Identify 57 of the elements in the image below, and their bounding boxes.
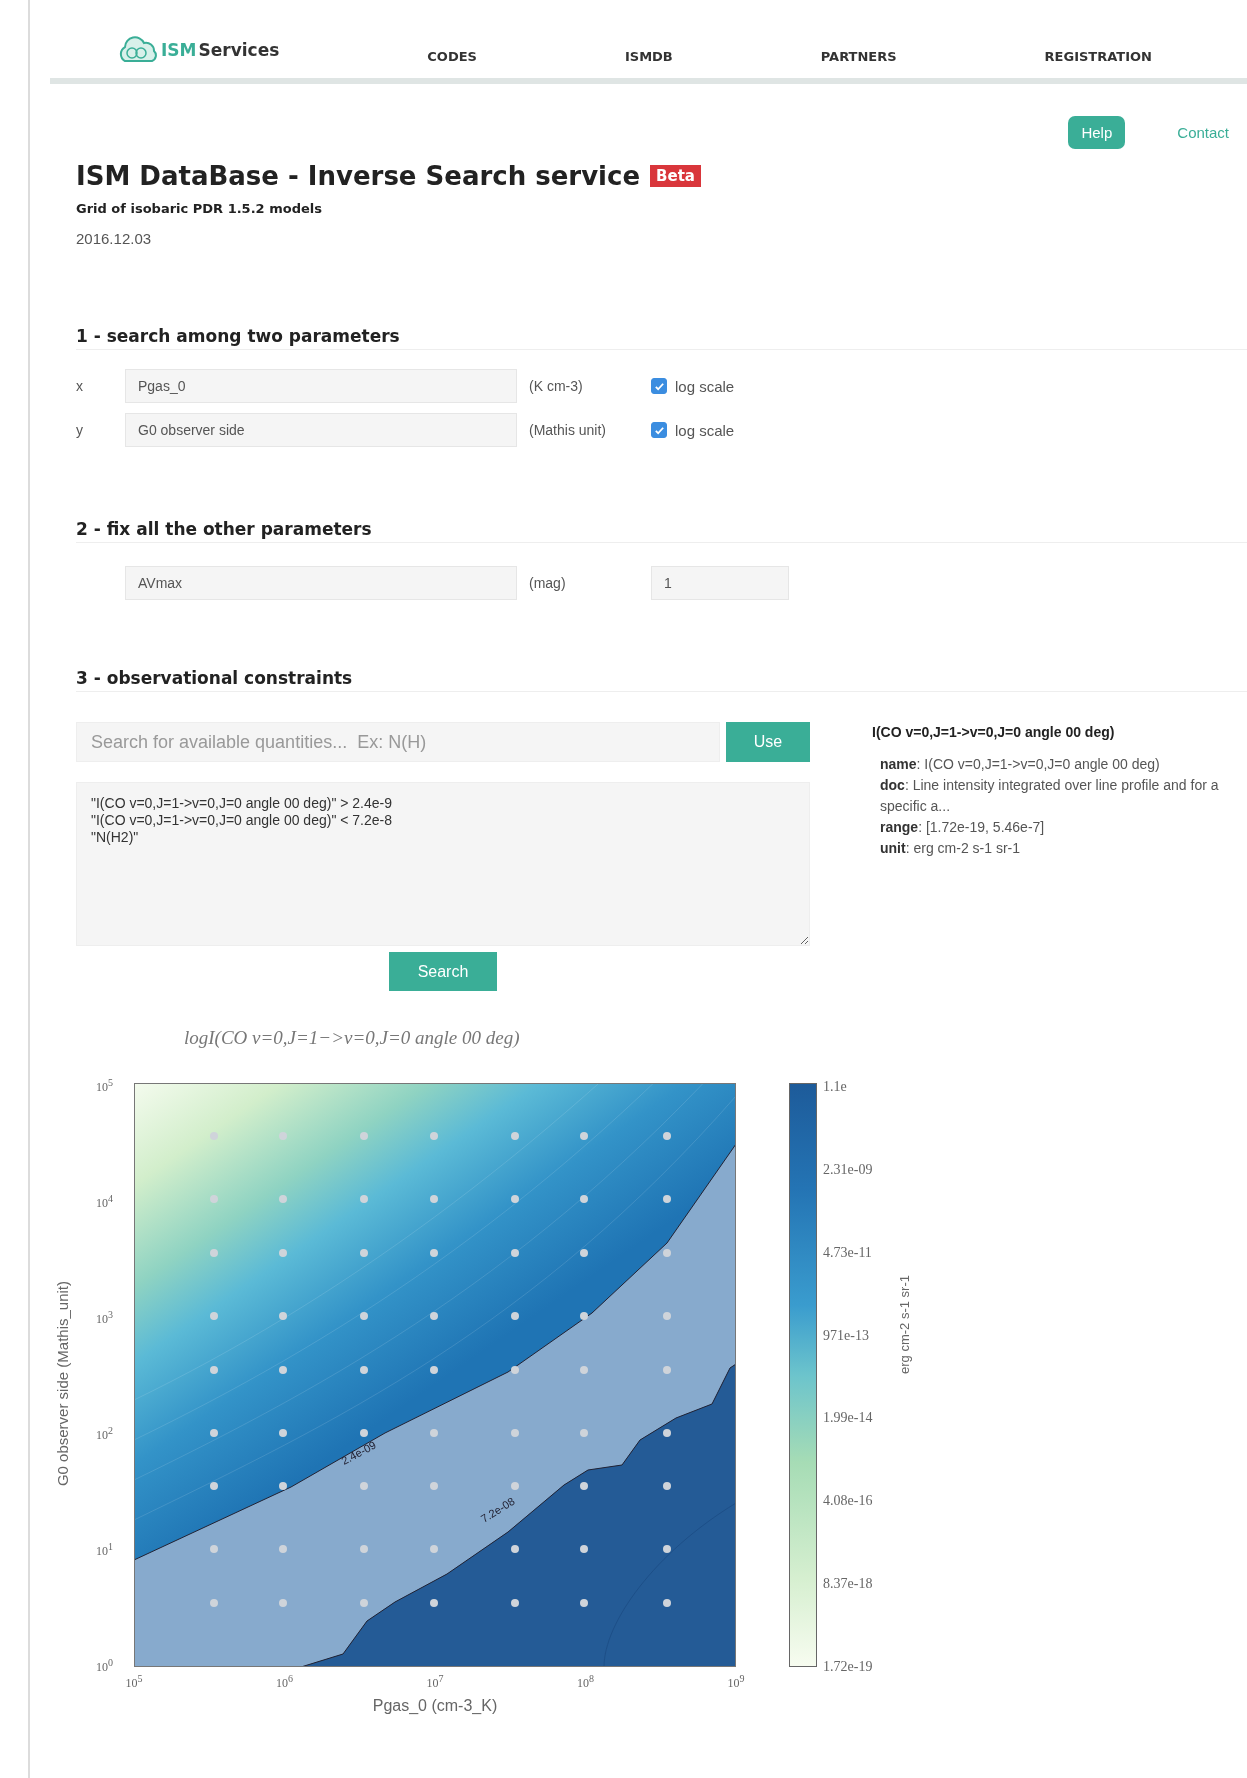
nav-link[interactable]: ISMDB — [624, 49, 673, 64]
date: 2016.12.03 — [76, 230, 153, 247]
section-heading: 1 - search among two parameters — [76, 326, 1247, 350]
parameter-field[interactable]: G0 observer side — [125, 413, 517, 447]
quantity-detail: name: I(CO v=0,J=1->v=0,J=0 angle 00 deg) — [879, 755, 1161, 774]
axis-label: x — [76, 378, 84, 394]
colorbar-tick-label: 1.72e-19 — [823, 1658, 873, 1675]
parameter-field[interactable]: Pgas_0 — [125, 369, 517, 403]
quantity-detail: range: [1.72e-19, 5.46e-7] — [879, 818, 1046, 837]
colorbar-tick-label: 2.31e-09 — [823, 1161, 873, 1178]
x-tick-label: 10$^{9}$ — [726, 1673, 746, 1691]
y-tick-label: 10$^{4}$ — [96, 1192, 113, 1210]
section-heading: 2 - fix all the other parameters — [76, 519, 1247, 543]
unit-label: (mag) — [528, 575, 567, 591]
colorbar-tick-label: 8.37e-18 — [823, 1576, 873, 1593]
page-title: ISM DataBase - Inverse Search service — [76, 161, 641, 191]
x-tick-label: 10$^{7}$ — [425, 1673, 445, 1691]
nav-link[interactable]: PARTNERS — [820, 49, 897, 64]
checkbox[interactable] — [651, 422, 667, 438]
x-tick-label: 10$^{8}$ — [576, 1673, 595, 1691]
chart-title: logI(CO v=0,J=1−>v=0,J=0 angle 00 deg) — [184, 1027, 521, 1049]
value-field[interactable]: 1 — [651, 566, 789, 600]
y-axis-label: G0 observer side (Mathis_unit) — [54, 1281, 71, 1487]
colorbar-tick-label: 4.08e-16 — [823, 1493, 873, 1510]
log-scale-label: log scale — [675, 421, 735, 439]
unit-label: (Mathis unit) — [528, 422, 608, 438]
colorbar-label: erg cm-2 s-1 sr-1 — [897, 1274, 912, 1374]
parameter-field[interactable]: AVmax — [125, 566, 517, 600]
colorbar-tick-label: 1.99e-14 — [823, 1410, 873, 1427]
checkbox[interactable] — [651, 378, 667, 394]
unit-label: (K cm-3) — [528, 378, 584, 394]
x-tick-label: 10$^{6}$ — [275, 1673, 294, 1691]
quantity-title: I(CO v=0,J=1->v=0,J=0 angle 00 deg) — [872, 724, 1116, 740]
y-tick-label: 10$^{3}$ — [96, 1308, 113, 1326]
constraints-field[interactable]: "I(CO v=0,J=1->v=0,J=0 angle 00 deg)" > 2.4e-9 "I(CO v=0,J=1->v=0,J=0 angle 00 deg)" < 7.2e-8 "N(H2)" — [76, 782, 810, 946]
beta-badge: Beta — [650, 165, 701, 187]
y-tick-label: 10$^{2}$ — [96, 1424, 113, 1442]
quantity-detail: doc: Line intensity integrated over line profile and for a specific a... — [879, 776, 1220, 816]
y-tick-label: 10$^{0}$ — [96, 1656, 113, 1674]
subtitle: Grid of isobaric PDR 1.5.2 models — [76, 201, 323, 216]
quantity-detail: unit: erg cm-2 s-1 sr-1 — [879, 839, 1021, 858]
x-axis-label: Pgas_0 (cm-3_K) — [372, 1697, 498, 1715]
y-tick-label: 10$^{1}$ — [96, 1540, 113, 1558]
check-icon — [653, 424, 665, 436]
nav-link[interactable]: REGISTRATION — [1044, 49, 1152, 64]
colorbar-tick-label: 4.73e-11 — [823, 1244, 872, 1261]
check-icon — [653, 380, 665, 392]
nav-link[interactable]: CODES — [427, 49, 477, 64]
section-heading: 3 - observational constraints — [76, 668, 1247, 692]
log-scale-label: log scale — [675, 377, 735, 395]
colorbar-tick-label: 971e-13 — [823, 1327, 869, 1344]
axis-label: y — [76, 422, 84, 438]
search-field[interactable]: Search for available quantities... Ex: N(H) — [76, 722, 720, 762]
logo-link[interactable]: ISM Services — [115, 36, 280, 64]
y-tick-label: 10$^{5}$ — [96, 1076, 113, 1094]
x-tick-label: 10$^{5}$ — [124, 1673, 144, 1691]
colorbar-tick-label: 1.1e — [823, 1079, 847, 1095]
